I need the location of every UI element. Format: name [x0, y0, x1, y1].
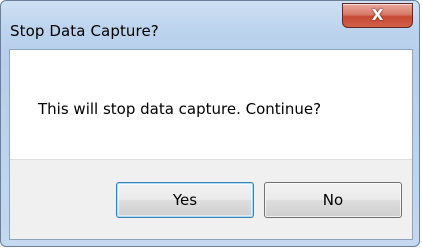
close-button[interactable]: X	[342, 3, 413, 28]
yes-button[interactable]: Yes	[116, 182, 254, 218]
dialog-title: Stop Data Capture?	[10, 22, 159, 40]
no-button[interactable]: No	[264, 182, 402, 218]
title-bar[interactable]: Stop Data Capture? X	[1, 1, 419, 49]
close-icon: X	[371, 6, 384, 24]
dialog-message: This will stop data capture. Continue?	[38, 100, 322, 118]
button-bar: Yes No	[10, 159, 412, 239]
dialog-window: Stop Data Capture? X This will stop data…	[0, 0, 420, 247]
dialog-content: This will stop data capture. Continue? Y…	[9, 49, 413, 240]
